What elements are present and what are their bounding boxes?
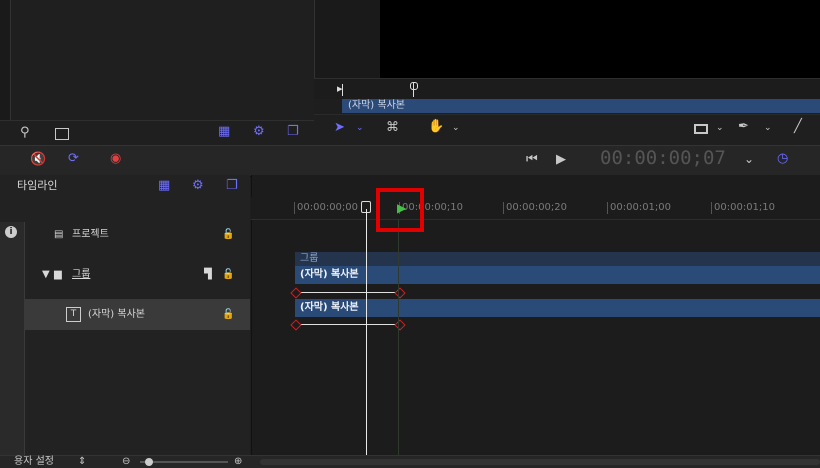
layers-icon[interactable]: ❐ xyxy=(287,124,299,139)
group-bar-label: 그룹 xyxy=(300,253,319,264)
viewer-margin xyxy=(314,0,381,78)
ruler-tick xyxy=(607,202,608,214)
layer-row-group[interactable]: ▼ ▆ 그룹 ▜ 🔓 xyxy=(0,259,250,290)
timeline-ruler[interactable]: 00:00:00;00 00:00:00;10 00:00:00;20 00:0… xyxy=(251,197,820,220)
chevron-down-icon[interactable]: ⌄ xyxy=(744,152,754,166)
mini-clip-bar[interactable]: (자막) 복사본 xyxy=(342,99,820,113)
group-bar[interactable]: 그룹 xyxy=(295,252,820,266)
zoom-slider-knob[interactable] xyxy=(145,458,153,466)
chevron-down-icon[interactable]: ⌄ xyxy=(764,123,772,133)
layers-icon[interactable]: ❐ xyxy=(226,175,238,197)
ruler-label: 00:00:01;00 xyxy=(610,202,672,213)
ruler-tick xyxy=(503,202,504,214)
chevron-down-icon[interactable]: ⌄ xyxy=(356,123,364,133)
go-to-start-icon[interactable]: ⏮ xyxy=(526,152,538,167)
select-arrow-icon[interactable]: ➤ xyxy=(334,120,345,135)
horizontal-scrollbar[interactable] xyxy=(260,459,820,465)
mute-icon[interactable]: 🔇 xyxy=(30,152,46,167)
chevron-down-icon[interactable]: ⌄ xyxy=(716,123,724,133)
timeline-title: 타임라인 xyxy=(17,179,58,192)
lock-icon[interactable]: 🔓 xyxy=(222,259,234,290)
view-icon[interactable] xyxy=(694,124,708,134)
canvas-toolbar: ➤ ⌄ ⌘ ✋ ⌄ ⌄ ✒ ⌄ ╱ xyxy=(314,114,820,146)
zoom-out-icon[interactable]: ⊖ xyxy=(122,456,130,468)
disclosure-triangle-icon[interactable]: ▼ xyxy=(42,259,50,290)
in-point-line xyxy=(342,84,343,96)
mini-clip-label: (자막) 복사본 xyxy=(348,100,405,111)
clip-bar[interactable]: (자막) 복사본 xyxy=(295,266,820,284)
document-icon: ▤ xyxy=(54,229,64,240)
panel-divider xyxy=(0,0,11,120)
ruler-label: 00:00:01;10 xyxy=(714,202,776,213)
layer-row-project[interactable]: ▤ 프로젝트 🔓 xyxy=(0,219,250,250)
group-icon: ▆ xyxy=(54,269,62,280)
layer-label: 그룹 xyxy=(72,269,91,280)
library-toolbar: ⚲ ▦ ⚙ ❐ xyxy=(0,120,314,146)
clip-bar-label: (자막) 복사본 xyxy=(300,302,359,313)
play-icon[interactable]: ▶ xyxy=(556,152,566,167)
clip-bar[interactable]: (자막) 복사본 xyxy=(295,299,820,317)
keyframe-line xyxy=(295,324,399,325)
mini-timeline-ruler[interactable]: ▸ xyxy=(314,78,820,99)
chevron-down-icon[interactable]: ⌄ xyxy=(452,123,460,133)
inspector-collapsed: i xyxy=(0,222,25,455)
loop-icon[interactable]: ⟳ xyxy=(68,151,79,166)
layer-row-text[interactable]: T (자막) 복사본 🔓 xyxy=(0,299,250,330)
highlight-box xyxy=(376,188,424,232)
ruler-tick xyxy=(711,202,712,214)
setting-label[interactable]: 용자 설정 xyxy=(14,456,54,468)
bottom-status-bar: 용자 설정 ⇕ ⊖ ⊕ xyxy=(0,455,820,468)
info-icon[interactable]: i xyxy=(5,226,17,238)
layers-list: ▤ 프로젝트 🔓 ▼ ▆ 그룹 ▜ 🔓 T (자막) 복사본 🔓 xyxy=(0,197,250,455)
timeline-header: 타임라인 ▦ ⚙ ❐ xyxy=(0,175,250,197)
hand-icon[interactable]: ✋ xyxy=(428,119,444,134)
ruler-label: 00:00:00;00 xyxy=(297,202,359,213)
canvas-preview xyxy=(380,0,820,78)
chevron-updown-icon[interactable]: ⇕ xyxy=(78,456,86,468)
ruler-tick xyxy=(294,202,295,214)
timecode-display[interactable]: 00:00:00;07 xyxy=(600,147,726,169)
ruler-label: 00:00:00;20 xyxy=(506,202,568,213)
search-icon[interactable]: ⚲ xyxy=(20,125,30,140)
mini-playhead-knob[interactable] xyxy=(410,82,418,90)
play-range-end-line xyxy=(398,219,399,455)
layer-label: (자막) 복사본 xyxy=(88,309,145,320)
clip-bar-label: (자막) 복사본 xyxy=(300,269,359,280)
keyframe-line xyxy=(295,292,399,293)
zoom-in-icon[interactable]: ⊕ xyxy=(234,456,242,468)
lock-icon[interactable]: 🔓 xyxy=(222,299,234,330)
isolate-icon[interactable]: ▜ xyxy=(204,259,212,290)
record-icon[interactable]: ◉ xyxy=(110,151,121,166)
gear-icon[interactable]: ⚙ xyxy=(192,175,204,197)
checker-icon[interactable]: ▦ xyxy=(218,124,230,139)
panel-icon[interactable] xyxy=(55,128,69,140)
pen-tool-icon[interactable]: ✒ xyxy=(738,119,749,134)
brush-icon[interactable]: ╱ xyxy=(794,119,802,134)
text-layer-icon: T xyxy=(66,307,81,322)
zoom-slider-track[interactable] xyxy=(140,461,228,463)
checker-icon[interactable]: ▦ xyxy=(158,175,170,197)
lock-icon[interactable]: 🔓 xyxy=(222,219,234,250)
gear-icon[interactable]: ⚙ xyxy=(253,124,265,139)
playhead[interactable] xyxy=(366,209,367,455)
clock-icon[interactable]: ◷ xyxy=(777,151,788,166)
transform-icon[interactable]: ⌘ xyxy=(386,120,399,135)
layer-label: 프로젝트 xyxy=(72,229,109,240)
